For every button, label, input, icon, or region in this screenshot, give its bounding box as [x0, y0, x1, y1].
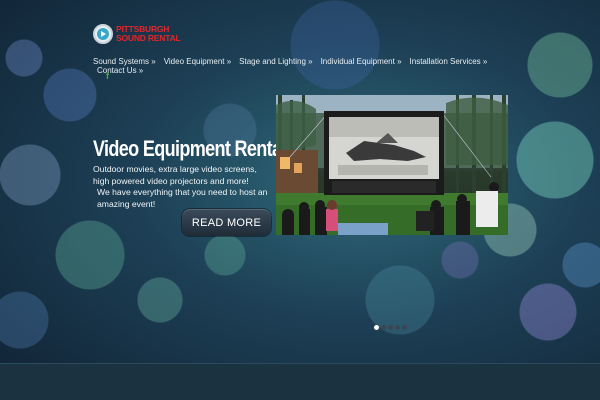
logo-text: PITTSBURGH SOUND RENTAL — [116, 25, 181, 43]
nav-item-stage-and-lighting[interactable]: Stage and Lighting » — [239, 57, 312, 66]
read-more-button[interactable]: READ MORE — [182, 209, 271, 236]
nav-item-video-equipment[interactable]: Video Equipment » — [164, 57, 231, 66]
slider-dot-5[interactable] — [402, 325, 407, 330]
footer-bar — [0, 363, 600, 400]
main-nav: Sound Systems » Video Equipment » Stage … — [93, 57, 487, 75]
slider-dot-1[interactable] — [374, 325, 379, 330]
hero-title: Video Equipment Rentals — [93, 136, 296, 161]
nav-item-individual-equipment[interactable]: Individual Equipment » — [321, 57, 402, 66]
site-logo[interactable]: PITTSBURGH SOUND RENTAL — [93, 24, 181, 44]
nav-item-contact-us[interactable]: Contact Us » — [97, 66, 143, 75]
hero-description: Outdoor movies, extra large video screen… — [93, 164, 275, 210]
slider-dot-4[interactable] — [395, 325, 400, 330]
hero-description-line-1: Outdoor movies, extra large video screen… — [93, 164, 257, 186]
logo-line-2: SOUND RENTAL — [116, 33, 181, 43]
slider-dot-3[interactable] — [388, 325, 393, 330]
play-disc-icon — [93, 24, 113, 44]
slider-pagination — [374, 325, 407, 330]
hero-image — [276, 95, 508, 235]
nav-item-sound-systems[interactable]: Sound Systems » — [93, 57, 156, 66]
hero-description-line-2: We have everything that you need to host… — [97, 187, 268, 209]
slider-dot-2[interactable] — [381, 325, 386, 330]
nav-item-installation-services[interactable]: Installation Services » — [410, 57, 488, 66]
facebook-icon[interactable]: f — [106, 71, 109, 81]
outdoor-movie-scene — [276, 95, 508, 235]
